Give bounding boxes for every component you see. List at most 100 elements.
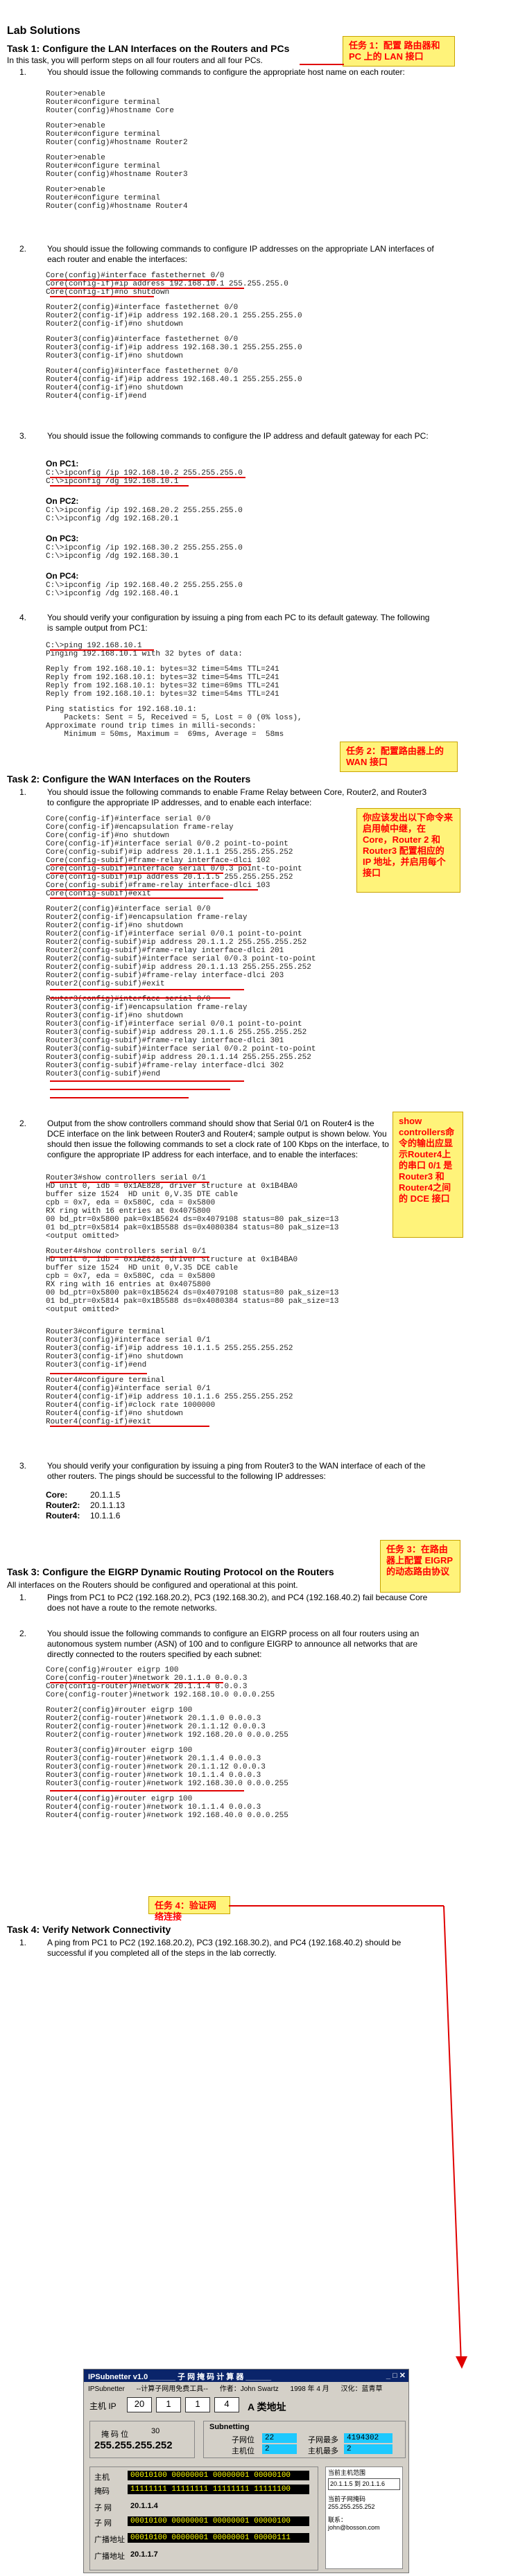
- code-line: Router2(config)#router eigrp 100: [46, 1706, 193, 1715]
- task2-heading: Task 2: Configure the WAN Interfaces on …: [7, 773, 251, 785]
- code-line: Router4#show controllers serial 0/1: [46, 1247, 207, 1256]
- underline: [50, 1790, 244, 1791]
- underline: [50, 1182, 209, 1183]
- code-line: Router2(config-if)#ip address 192.168.20…: [46, 312, 302, 320]
- code-line: Router>enable: [46, 154, 105, 162]
- callout-frame-relay: 你应该发出以下命令来启用帧中继，在 Core，Router 2 和 Router…: [356, 808, 460, 893]
- step-number: 3.: [19, 431, 27, 441]
- underline: [50, 1080, 244, 1082]
- subnetting-label: Subnetting: [209, 2423, 250, 2431]
- code-line: C:\>ipconfig /ip 192.168.20.2 255.255.25…: [46, 507, 243, 515]
- ping-label: Router4:: [46, 1511, 80, 1521]
- underline: [50, 1373, 147, 1374]
- ping-targets: Core: 20.1.1.5 Router2: 20.1.1.13 Router4:…: [46, 1490, 125, 1521]
- code-line: Router2(config-if)#encapsulation frame-r…: [46, 913, 248, 922]
- step-text: Output from the show controllers command…: [47, 1119, 389, 1159]
- code-line: Router2(config-subif)#interface serial 0…: [46, 955, 316, 963]
- row-label: 子 网: [94, 2519, 112, 2527]
- code-line: Router4(config)#router eigrp 100: [46, 1795, 193, 1803]
- step-number: 2.: [19, 1119, 27, 1128]
- calc-title-bar: IPSubnetter v1.0 ______ 子 网 掩 码 计 算 器 __…: [84, 2369, 408, 2382]
- mask-group: 掩 码 位 30 255.255.255.252: [89, 2421, 195, 2458]
- code-line: Router2(config-subif)#frame-relay interf…: [46, 972, 284, 980]
- code-line: Router4(config-if)#clock rate 1000000: [46, 1401, 216, 1410]
- side-contact[interactable]: john@bosson.com: [328, 2524, 400, 2532]
- task4-heading: Task 4: Verify Network Connectivity: [7, 1924, 171, 1935]
- code-line: Router4(config-router)#network 10.1.1.4 …: [46, 1803, 261, 1812]
- code-line: cpb = 0x7, eda = 0x580C, cda = 0x5800: [46, 1272, 216, 1281]
- step-text: A ping from PC1 to PC2 (192.168.20.2), P…: [47, 1938, 402, 1958]
- step-text: You should issue the following commands …: [47, 787, 427, 807]
- host-count-value: 2: [344, 2444, 392, 2454]
- code-line: Ping statistics for 192.168.10.1:: [46, 706, 197, 714]
- mask-binary: 11111111 11111111 11111111 11111100: [128, 2485, 309, 2494]
- code-line: Router#configure terminal: [46, 130, 161, 139]
- task1-heading: Task 1: Configure the LAN Interfaces on …: [7, 43, 290, 54]
- row-label: 广播地址: [94, 2552, 125, 2561]
- window-controls-icon[interactable]: _ □ ✕: [386, 2371, 406, 2380]
- code-line: Reply from 192.168.10.1: bytes=32 time=5…: [46, 665, 279, 674]
- menu-item[interactable]: IPSubnetter: [88, 2385, 125, 2393]
- lab-solutions-page: Lab Solutions Task 1: Configure the LAN …: [0, 0, 509, 2576]
- ipsubnetter-window: IPSubnetter v1.0 ______ 子 网 掩 码 计 算 器 __…: [83, 2369, 409, 2573]
- underline: [50, 477, 245, 478]
- octet-4[interactable]: 4: [214, 2397, 239, 2412]
- code-line: Router4(config)#interface serial 0/1: [46, 1385, 211, 1393]
- code-line: Router4(config-if)#no shutdown: [46, 1410, 184, 1418]
- octet-2[interactable]: 1: [156, 2397, 181, 2412]
- code-line: Router3(config-if)#ip address 192.168.30…: [46, 344, 302, 352]
- subnet-value: 20.1.1.4: [130, 2502, 158, 2510]
- octet-3[interactable]: 1: [185, 2397, 210, 2412]
- host-count-label: 主机最多: [308, 2447, 338, 2455]
- code-line: Router3(config-router)#network 192.168.3…: [46, 1780, 288, 1788]
- pc3-label: On PC3:: [46, 534, 79, 543]
- task3-intro: All interfaces on the Routers should be …: [7, 1580, 298, 1590]
- code-line: Router4#configure terminal: [46, 1376, 165, 1385]
- code-line: Router2(config-subif)#ip address 20.1.1.…: [46, 963, 311, 972]
- code-line: Router4(config)#interface fastethernet 0…: [46, 367, 239, 376]
- menu-item: 汉化：蓝青草: [340, 2385, 383, 2393]
- callout-task4: 任务 4：验证网络连接: [148, 1896, 230, 1922]
- code-line: Router2(config-router)#network 20.1.1.0 …: [46, 1715, 261, 1723]
- code-line: Router3(config)#router eigrp 100: [46, 1746, 193, 1755]
- binary-group: 主机 00010100 00000001 00000001 00000100 掩…: [89, 2467, 318, 2570]
- underline: [50, 889, 258, 891]
- code-line: Packets: Sent = 5, Received = 5, Lost = …: [46, 714, 302, 722]
- side-contact-title: 联系：: [328, 2516, 347, 2523]
- code-line: Router#configure terminal: [46, 162, 161, 170]
- code-line: Router4(config-if)#ip address 192.168.40…: [46, 376, 302, 384]
- octet-1[interactable]: 20: [127, 2397, 152, 2412]
- code-line: Router2(config-if)#no shutdown: [46, 320, 184, 328]
- code-lan-interfaces: Core(config)#interface fastethernet 0/0 C…: [46, 272, 302, 401]
- code-line: Pinging 192.168.10.1 with 32 bytes of da…: [46, 650, 243, 658]
- code-line: Minimum = 50ms, Maximum = 69ms, Average …: [46, 730, 284, 739]
- code-line: Router(config)#hostname Router3: [46, 170, 188, 179]
- sub-bits-label: 子网位: [232, 2436, 254, 2444]
- code-line: Router3(config-if)#interface serial 0/0.…: [46, 1020, 302, 1028]
- sub-count-label: 子网最多: [308, 2436, 338, 2444]
- code-line: Router3(config-if)#no shutdown: [46, 1353, 184, 1361]
- code-line: Router2(config)#interface fastethernet 0…: [46, 304, 239, 312]
- ping-value: 20.1.1.5: [90, 1490, 121, 1500]
- calc-title: IPSubnetter v1.0 ______ 子 网 掩 码 计 算 器 __…: [88, 2373, 272, 2381]
- mask-bits-value[interactable]: 30: [151, 2427, 159, 2435]
- code-line: Router3(config-subif)#frame-relay interf…: [46, 1062, 284, 1070]
- ping-core: Core: 20.1.1.5: [46, 1490, 125, 1500]
- code-line: Router3(config)#interface fastethernet 0…: [46, 335, 239, 344]
- host-binary: 00010100 00000001 00000001 00000100: [128, 2471, 309, 2480]
- subnetting-group: Subnetting 子网位 22 子网最多 4194302 主机位 2 主机最…: [203, 2421, 406, 2458]
- code-line: Router3(config-router)#network 20.1.1.4 …: [46, 1755, 261, 1763]
- step-text: You should issue the following commands …: [47, 431, 429, 441]
- code-line: Router2(config-subif)#frame-relay interf…: [46, 947, 284, 955]
- code-line: Router(config)#hostname Router2: [46, 139, 188, 147]
- code-pc2: C:\>ipconfig /ip 192.168.20.2 255.255.25…: [46, 507, 243, 523]
- step-text: You should verify your configuration by …: [47, 613, 430, 633]
- code-line: Core(config-router)#network 20.1.1.4 0.0…: [46, 1683, 248, 1691]
- code-line: Reply from 192.168.10.1: bytes=32 time=5…: [46, 674, 279, 682]
- code-line: Router2(config-subif)#ip address 20.1.1.…: [46, 938, 307, 947]
- code-hostnames: Router>enable Router#configure terminal Ro…: [46, 90, 188, 211]
